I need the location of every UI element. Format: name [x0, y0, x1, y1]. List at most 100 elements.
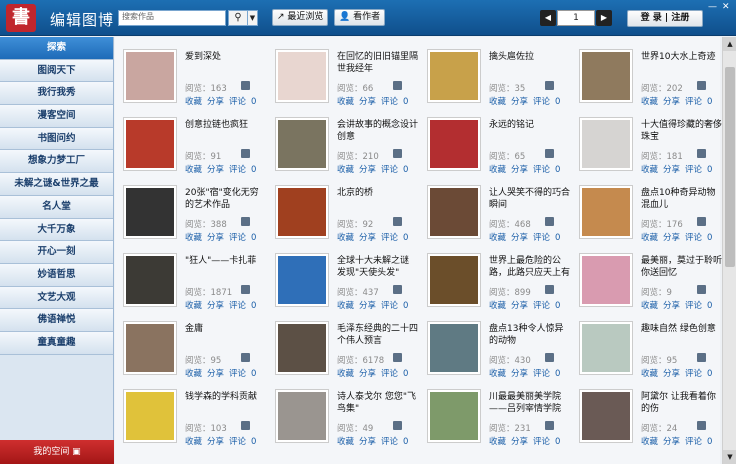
sidebar-item[interactable]: 名人堂 — [0, 195, 113, 219]
author-icon[interactable] — [241, 149, 250, 158]
author-icon[interactable] — [697, 353, 706, 362]
author-icon[interactable] — [697, 421, 706, 430]
author-icon[interactable] — [545, 421, 554, 430]
gallery-card[interactable]: 擒头扈佐拉 阅览：35 收藏 分享 评论 0 — [419, 37, 571, 107]
thumbnail-image[interactable] — [427, 321, 481, 375]
gallery-card[interactable]: 爱到深处 阅览：163 收藏 分享 评论 0 — [115, 37, 265, 107]
sidebar-item[interactable]: 大千万象 — [0, 218, 113, 242]
card-title[interactable]: 世界上最危险的公路，此路只应天上有 — [489, 255, 571, 279]
gallery-card[interactable]: 钱学森的学科贡献 阅览：103 收藏 分享 评论 0 — [115, 377, 267, 447]
author-icon[interactable] — [393, 81, 402, 90]
recent-views-button[interactable]: ↗ 最近浏览 — [272, 9, 329, 26]
gallery-card[interactable]: 会讲故事的概念设计创意 阅览：210 收藏 分享 评论 0 — [267, 105, 418, 175]
gallery-card[interactable]: 十大值得珍藏的奢侈珠宝 阅览：181 收藏 分享 评论 0 — [571, 105, 723, 175]
card-title[interactable]: 擒头扈佐拉 — [489, 51, 571, 63]
card-title[interactable]: 趣味自然 绿色创意 — [641, 323, 723, 335]
close-icon[interactable]: ✕ — [722, 2, 730, 12]
card-title[interactable]: 最美丽，莫过于聆听你送回忆 — [641, 255, 723, 279]
card-title[interactable]: 阿黛尔 让我看着你的伤 — [641, 391, 723, 415]
page-number-input[interactable]: 1 — [557, 10, 595, 26]
minimize-icon[interactable]: — — [708, 2, 717, 12]
thumbnail-image[interactable] — [123, 117, 177, 171]
gallery-card[interactable]: 在回忆的旧旧锚里隔世我经年 阅览：66 收藏 分享 评论 0 — [267, 37, 418, 107]
gallery-card[interactable]: 北京的桥 阅览：92 收藏 分享 评论 0 — [267, 173, 419, 243]
sidebar-item[interactable]: 开心一刻 — [0, 241, 113, 264]
gallery-card[interactable]: 创意拉链也疯狂 阅览：91 收藏 分享 评论 0 — [115, 105, 267, 175]
gallery-card[interactable]: 趣味自然 绿色创意 阅览：95 收藏 分享 评论 0 — [571, 309, 723, 379]
favorite-link[interactable]: 收藏 — [337, 437, 354, 447]
card-title[interactable]: 盘点13种令人惊异的动物 — [489, 323, 571, 347]
thumbnail-image[interactable] — [275, 321, 329, 375]
thumbnail-image[interactable] — [123, 49, 177, 103]
thumbnail-image[interactable] — [275, 117, 329, 171]
thumbnail-image[interactable] — [123, 389, 177, 443]
author-icon[interactable] — [697, 217, 706, 226]
gallery-card[interactable]: 20张"宿"变化无穷的艺术作品 阅览：388 收藏 分享 评论 0 — [115, 173, 265, 243]
next-page-button[interactable]: ▶ — [596, 10, 612, 26]
thumbnail-image[interactable] — [579, 185, 633, 239]
my-space-button[interactable]: 我的空间 ▣ — [0, 440, 114, 464]
sidebar-item[interactable]: 探索 — [0, 37, 113, 60]
card-title[interactable]: 北京的桥 — [337, 187, 419, 199]
thumbnail-image[interactable] — [579, 49, 633, 103]
card-title[interactable]: 十大值得珍藏的奢侈珠宝 — [641, 119, 723, 143]
thumbnail-image[interactable] — [427, 253, 481, 307]
sidebar-item[interactable]: 我行我秀 — [0, 82, 113, 106]
thumbnail-image[interactable] — [579, 321, 633, 375]
favorite-link[interactable]: 收藏 — [641, 437, 658, 447]
sidebar-item[interactable]: 妙语哲思 — [0, 263, 113, 287]
gallery-card[interactable]: 川最最美丽美学院——吕列宰情学院 阅览：231 收藏 分享 评论 0 — [419, 377, 569, 447]
card-title[interactable]: 全球十大未解之谜 发现"天使头发" — [337, 255, 419, 279]
gallery-card[interactable]: 最美丽，莫过于聆听你送回忆 阅览：9 收藏 分享 评论 0 — [571, 241, 723, 311]
thumbnail-image[interactable] — [579, 117, 633, 171]
card-title[interactable]: 金庸 — [185, 323, 267, 335]
search-button[interactable]: ⚲ — [228, 10, 248, 26]
favorite-link[interactable]: 收藏 — [185, 437, 202, 447]
gallery-card[interactable]: 毛泽东经典的二十四个伟人预言 阅览：6178 收藏 分享 评论 0 — [267, 309, 419, 379]
gallery-card[interactable]: 阿黛尔 让我看着你的伤 阅览：24 收藏 分享 评论 0 — [571, 377, 723, 447]
author-icon[interactable] — [393, 353, 402, 362]
gallery-card[interactable]: "狂人"——卡扎菲 阅览：1871 收藏 分享 评论 0 — [115, 241, 267, 311]
sidebar-item[interactable]: 漫客空间 — [0, 105, 113, 128]
card-title[interactable]: 永远的铭记 — [489, 119, 571, 131]
gallery-card[interactable]: 全球十大未解之谜 发现"天使头发" 阅览：437 收藏 分享 评论 0 — [267, 241, 419, 311]
author-icon[interactable] — [545, 81, 554, 90]
card-title[interactable]: 毛泽东经典的二十四个伟人预言 — [337, 323, 419, 347]
sidebar-item[interactable]: 想象力梦工厂 — [0, 150, 113, 174]
thumbnail-image[interactable] — [275, 389, 329, 443]
sidebar-item[interactable]: 书图问约 — [0, 127, 113, 151]
author-icon[interactable] — [393, 217, 402, 226]
card-title[interactable]: "狂人"——卡扎菲 — [185, 255, 267, 267]
author-icon[interactable] — [545, 217, 554, 226]
thumbnail-image[interactable] — [427, 117, 481, 171]
gallery-card[interactable]: 盘点13种令人惊异的动物 阅览：430 收藏 分享 评论 0 — [419, 309, 571, 379]
scrollbar[interactable]: ▲ ▼ — [722, 37, 736, 464]
author-icon[interactable] — [697, 81, 706, 90]
author-icon[interactable] — [393, 421, 402, 430]
author-icon[interactable] — [241, 353, 250, 362]
author-icon[interactable] — [697, 285, 706, 294]
thumbnail-image[interactable] — [123, 253, 177, 307]
gallery-card[interactable]: 永远的铭记 阅览：65 收藏 分享 评论 0 — [419, 105, 571, 175]
card-title[interactable]: 钱学森的学科贡献 — [185, 391, 267, 403]
comment-link[interactable]: 评论 — [685, 437, 702, 447]
comment-link[interactable]: 评论 — [533, 437, 550, 447]
author-icon[interactable] — [545, 353, 554, 362]
login-register-button[interactable]: 登 录 | 注册 — [627, 10, 703, 27]
card-title[interactable]: 创意拉链也疯狂 — [185, 119, 267, 131]
author-icon[interactable] — [241, 285, 250, 294]
thumbnail-image[interactable] — [427, 185, 481, 239]
thumbnail-image[interactable] — [123, 321, 177, 375]
thumbnail-image[interactable] — [275, 49, 329, 103]
search-dropdown-button[interactable]: ▼ — [248, 10, 258, 26]
prev-page-button[interactable]: ◀ — [540, 10, 556, 26]
author-icon[interactable] — [241, 217, 250, 226]
sidebar-item[interactable]: 图阅天下 — [0, 59, 113, 83]
view-author-button[interactable]: 👤 看作者 — [334, 9, 386, 26]
share-link[interactable]: 分享 — [359, 437, 376, 447]
thumbnail-image[interactable] — [275, 185, 329, 239]
sidebar-item[interactable]: 文艺大观 — [0, 286, 113, 310]
sidebar-item[interactable]: 未解之谜&世界之最 — [0, 173, 113, 196]
sidebar-item[interactable]: 童真童趣 — [0, 331, 113, 355]
card-title[interactable]: 诗人泰戈尔 您您"飞鸟集" — [337, 391, 419, 415]
